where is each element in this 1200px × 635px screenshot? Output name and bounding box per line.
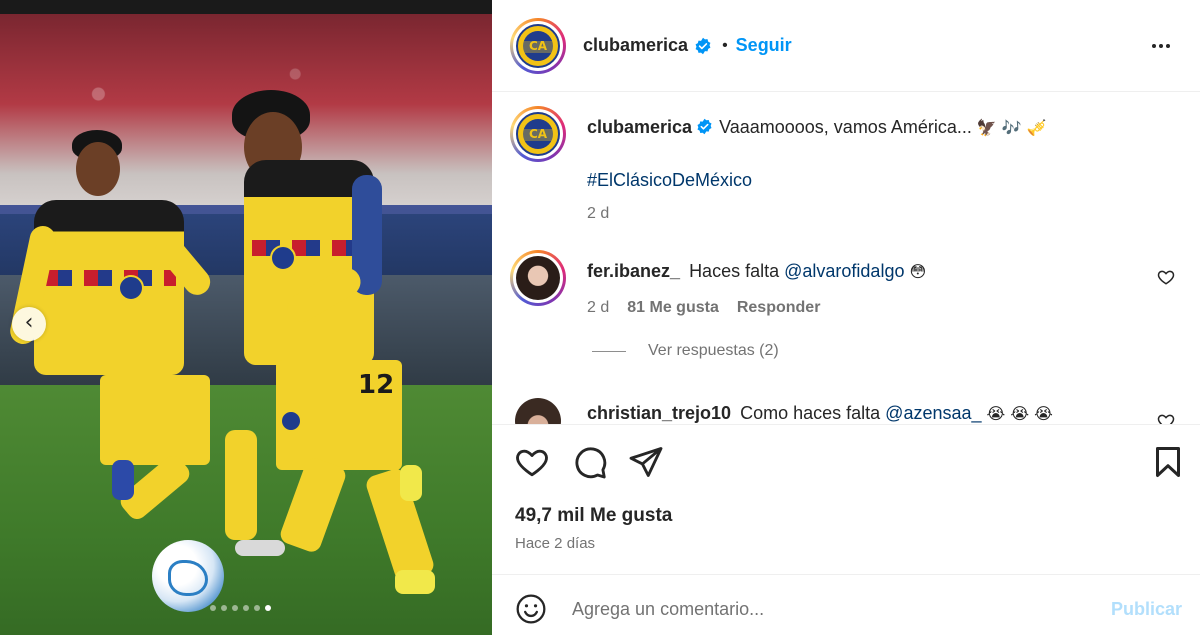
emoji-picker-icon[interactable] (515, 593, 547, 625)
comment-text: Como haces falta (740, 403, 881, 423)
caption-text: Vaaamoooos, vamos América... (719, 117, 972, 137)
player-main: 12 (232, 90, 460, 610)
comment-input[interactable]: Agrega un comentario... (572, 599, 764, 620)
comment-emoji: 😭 😭 😭 (986, 404, 1053, 423)
save-bookmark-icon[interactable] (1150, 444, 1186, 480)
club-america-logo: CA (516, 112, 560, 156)
comment-mention[interactable]: @azensaa_ (885, 403, 981, 423)
reply-button[interactable]: Responder (737, 299, 821, 317)
follow-button[interactable]: Seguir (736, 35, 792, 56)
comments-list[interactable]: CA clubamerica Vaaamoooos, vamos América… (492, 92, 1200, 424)
author-avatar[interactable]: CA (510, 17, 566, 74)
commenter-avatar[interactable] (515, 398, 561, 424)
more-options-icon[interactable] (1152, 34, 1176, 58)
verified-badge-icon (695, 37, 711, 54)
jersey-number: 12 (358, 370, 395, 400)
likes-count[interactable]: 49,7 mil Me gusta (515, 505, 672, 527)
caption-emojis: 🦅 🎶 🎺 (976, 118, 1047, 137)
post-date: Hace 2 días (515, 535, 596, 552)
like-heart-icon[interactable] (514, 444, 550, 480)
comment-composer: Agrega un comentario... Publicar (492, 574, 1200, 635)
carousel-dot-active (265, 605, 271, 611)
comment-emoji: 😳 (909, 262, 927, 281)
share-paper-plane-icon[interactable] (628, 444, 664, 480)
carousel-prev-button[interactable]: ‹ (12, 307, 46, 341)
post-header: CA clubamerica • Seguir (492, 0, 1200, 92)
post-image[interactable]: 12 ‹ (0, 0, 492, 635)
publish-button[interactable]: Publicar (1111, 599, 1182, 620)
carousel-dot (221, 605, 227, 611)
post-panel: CA clubamerica • Seguir CA clubamerica V… (492, 0, 1200, 635)
commenter-avatar[interactable] (510, 250, 566, 306)
caption-age: 2 d (587, 205, 610, 222)
verified-badge-icon (697, 118, 712, 135)
post-actions: 49,7 mil Me gusta Hace 2 días (492, 424, 1200, 574)
like-comment-heart-icon[interactable] (1157, 412, 1175, 424)
like-comment-heart-icon[interactable] (1157, 268, 1175, 286)
comment-age: 2 d (587, 299, 610, 316)
comment-username[interactable]: fer.ibanez_ (587, 261, 680, 281)
image-top-strip (0, 0, 492, 14)
header-separator: • (722, 36, 728, 54)
comment-bubble-icon[interactable] (572, 444, 608, 480)
carousel-dot (243, 605, 249, 611)
caption-username[interactable]: clubamerica (587, 117, 692, 137)
comment-text: Haces falta (689, 261, 780, 281)
caption-avatar[interactable]: CA (510, 106, 566, 162)
carousel-dots (210, 605, 271, 613)
comment-likes[interactable]: 81 Me gusta (627, 299, 719, 317)
view-replies-button[interactable]: Ver respuestas (2) (592, 342, 779, 360)
carousel-dot (210, 605, 216, 611)
player-left (7, 130, 285, 580)
comment-mention[interactable]: @alvarofidalgo (784, 261, 904, 281)
comment-username[interactable]: christian_trejo10 (587, 403, 731, 423)
carousel-dot (232, 605, 238, 611)
author-username[interactable]: clubamerica (583, 35, 688, 56)
club-america-logo: CA (516, 23, 560, 68)
hashtag-link[interactable]: #ElClásicoDeMéxico (587, 170, 752, 190)
soccer-ball (152, 540, 224, 612)
carousel-dot (254, 605, 260, 611)
